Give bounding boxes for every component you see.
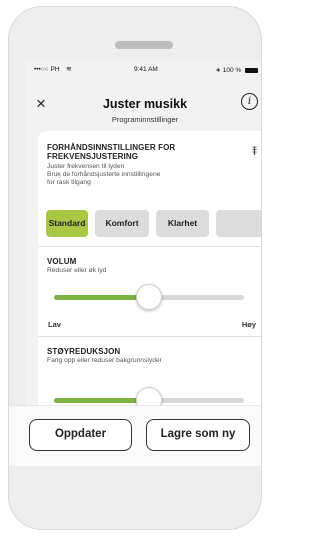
battery-icon: [245, 68, 258, 73]
page-title: Juster musikk: [102, 97, 188, 111]
slider-thumb[interactable]: [136, 284, 162, 310]
page-subtitle: Programinnstillinger: [111, 115, 179, 124]
bluetooth-icon: ∗: [215, 67, 221, 74]
presets-desc-line2: Bruk de forhåndsjusterte innstillingene: [47, 171, 161, 178]
noise-section: STØYREDUKSJON Fang opp eller reduser bak…: [47, 347, 257, 365]
info-icon[interactable]: i: [241, 93, 258, 110]
volume-slider[interactable]: [54, 284, 244, 310]
tune-icon[interactable]: ⫶|⫶: [252, 145, 257, 156]
status-bar: •••○○ PH ≋ 9:41 AM ∗ 100 %: [26, 61, 261, 77]
battery-status: ∗ 100 %: [215, 66, 258, 74]
slider-fill: [54, 398, 149, 403]
update-button[interactable]: Oppdater: [29, 419, 132, 451]
status-time: 9:41 AM: [134, 66, 158, 73]
action-bar: Oppdater Lagre som ny: [9, 405, 261, 466]
presets-desc-line1: Juster frekvensen til lyden: [47, 163, 125, 170]
phone-frame: •••○○ PH ≋ 9:41 AM ∗ 100 % × Juster musi…: [8, 6, 262, 530]
save-as-new-button[interactable]: Lagre som ny: [146, 419, 250, 451]
preset-standard-button[interactable]: Standard: [46, 210, 88, 237]
presets-title-line2: FREKVENSJUSTERING: [47, 152, 139, 161]
preset-extra-button[interactable]: [216, 210, 261, 237]
phone-speaker: [115, 41, 173, 49]
volume-max-label: Høy: [241, 320, 256, 329]
volume-section: VOLUM Reduser eller øk lyd: [47, 257, 257, 275]
divider: [38, 246, 261, 247]
noise-desc: Fang opp eller reduser bakgrunnslyder: [47, 357, 162, 364]
presets-title-line1: FORHÅNDSINNSTILLINGER FOR: [47, 143, 176, 152]
battery-percent: 100 %: [222, 67, 242, 74]
volume-desc: Reduser eller øk lyd: [47, 267, 107, 274]
app-screen: •••○○ PH ≋ 9:41 AM ∗ 100 % × Juster musi…: [26, 61, 261, 463]
slider-fill: [54, 295, 149, 300]
wifi-icon: ≋: [66, 66, 72, 73]
carrier-signal: •••○○ PH: [34, 66, 60, 73]
presets-section: FORHÅNDSINNSTILLINGER FOR FREKVENSJUSTER…: [47, 143, 257, 187]
volume-min-label: Lav: [48, 320, 61, 329]
header: × Juster musikk Programinnstillinger i: [26, 89, 261, 129]
presets-desc-line3: for rask tilgang: [47, 179, 91, 186]
volume-title: VOLUM: [47, 257, 77, 266]
preset-komfort-button[interactable]: Komfort: [95, 210, 149, 237]
preset-klarhet-button[interactable]: Klarhet: [156, 210, 209, 237]
divider: [38, 336, 261, 337]
noise-title: STØYREDUKSJON: [47, 347, 121, 356]
